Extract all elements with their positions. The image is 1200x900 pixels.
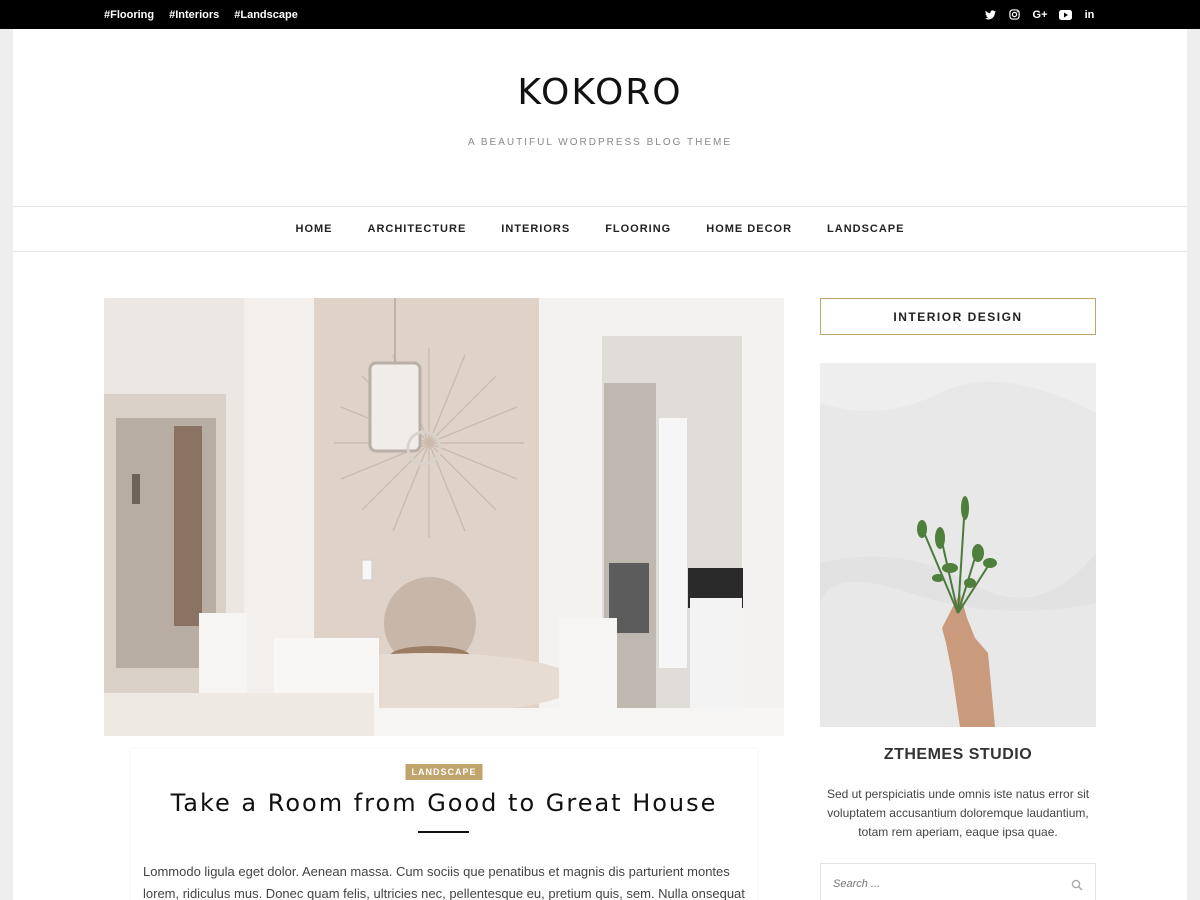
search-input[interactable] bbox=[821, 864, 1061, 900]
linkedin-icon[interactable]: in bbox=[1083, 8, 1096, 21]
google-plus-icon[interactable]: G+ bbox=[1032, 8, 1048, 21]
nav-item-home[interactable]: HOME bbox=[296, 223, 333, 235]
nav-item-flooring[interactable]: FLOORING bbox=[605, 223, 671, 235]
search-icon[interactable] bbox=[1071, 878, 1083, 891]
main-nav: HOME ARCHITECTURE INTERIORS FLOORING HOM… bbox=[13, 206, 1187, 252]
tag-link-interiors[interactable]: #Interiors bbox=[169, 9, 219, 21]
featured-post-image[interactable] bbox=[104, 298, 784, 736]
category-badge[interactable]: LANDSCAPE bbox=[405, 764, 483, 780]
nav-item-home-decor[interactable]: HOME DECOR bbox=[706, 223, 792, 235]
widget-title: INTERIOR DESIGN bbox=[820, 298, 1096, 335]
title-divider bbox=[418, 831, 469, 833]
page-container: KOKORO A BEAUTIFUL WORDPRESS BLOG THEME … bbox=[13, 29, 1187, 900]
site-title[interactable]: KOKORO bbox=[13, 72, 1187, 113]
top-bar: #Flooring #Interiors #Landscape G+ in bbox=[0, 0, 1200, 29]
post-title[interactable]: Take a Room from Good to Great House bbox=[131, 789, 757, 817]
tag-link-flooring[interactable]: #Flooring bbox=[104, 9, 154, 21]
nav-item-interiors[interactable]: INTERIORS bbox=[501, 223, 570, 235]
tag-link-landscape[interactable]: #Landscape bbox=[234, 9, 298, 21]
sidebar-image bbox=[820, 363, 1096, 727]
youtube-icon[interactable] bbox=[1059, 8, 1072, 21]
post-excerpt: Lommodo ligula eget dolor. Aenean massa.… bbox=[143, 864, 745, 900]
site-tagline: A BEAUTIFUL WORDPRESS BLOG THEME bbox=[467, 137, 733, 148]
search-box bbox=[820, 863, 1096, 900]
studio-description: Sed ut perspiciatis unde omnis iste natu… bbox=[826, 787, 1090, 839]
social-links: G+ in bbox=[984, 0, 1096, 29]
instagram-icon[interactable] bbox=[1008, 8, 1021, 21]
studio-name: ZTHEMES STUDIO bbox=[883, 746, 1033, 763]
topbar-tags: #Flooring #Interiors #Landscape bbox=[104, 0, 298, 29]
post-card: LANDSCAPE Take a Room from Good to Great… bbox=[131, 749, 757, 900]
twitter-icon[interactable] bbox=[984, 8, 997, 21]
nav-item-architecture[interactable]: ARCHITECTURE bbox=[368, 223, 467, 235]
google-plus-label: G+ bbox=[1032, 8, 1048, 21]
linkedin-label: in bbox=[1084, 8, 1095, 21]
nav-item-landscape[interactable]: LANDSCAPE bbox=[827, 223, 904, 235]
